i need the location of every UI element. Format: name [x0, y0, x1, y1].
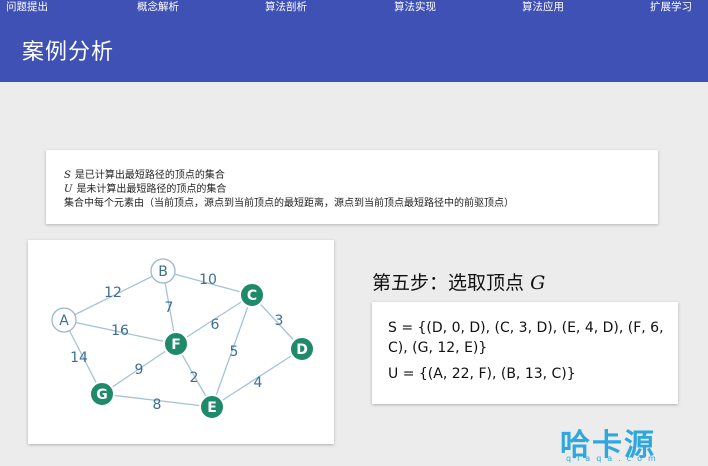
- edge-weight-F-E: 2: [190, 370, 199, 386]
- node-label-G: G: [96, 387, 108, 403]
- edge-weight-A-G: 14: [70, 350, 88, 366]
- definition-s: S 是已计算出最短路径的顶点的集合: [64, 166, 225, 181]
- node-label-C: C: [247, 288, 257, 304]
- graph-diagram: 12 16 14 10 7 6 3 5 9 2 4 8 A B C D E F G: [51, 258, 315, 420]
- edge-weight-C-E: 5: [230, 344, 239, 360]
- nav-item-application[interactable]: 算法应用: [522, 0, 564, 14]
- step-text: 第五步：选取顶点: [372, 272, 525, 294]
- node-label-D: D: [296, 342, 308, 358]
- edge-weight-A-B: 12: [104, 285, 122, 301]
- edge-weight-G-E: 8: [153, 397, 162, 413]
- edge-weight-F-G: 9: [135, 362, 144, 378]
- edge-weight-A-F: 16: [111, 323, 129, 339]
- nav-item-implementation[interactable]: 算法实现: [394, 0, 436, 14]
- nav-item-extension[interactable]: 扩展学习: [650, 0, 692, 14]
- step-heading: 第五步：选取顶点 G: [372, 268, 545, 295]
- definitions-card: S 是已计算出最短路径的顶点的集合 U 是未计算出最短路径的顶点的集合 集合中每个元…: [46, 150, 658, 224]
- edge-weight-C-F: 6: [211, 317, 220, 333]
- nav-item-concept[interactable]: 概念解析: [137, 0, 179, 14]
- sets-card: S = {(D, 0, D), (C, 3, D), (E, 4, D), (F…: [372, 302, 678, 404]
- main-content: S 是已计算出最短路径的顶点的集合 U 是未计算出最短路径的顶点的集合 集合中每个元…: [0, 82, 708, 466]
- graph-card: 12 16 14 10 7 6 3 5 9 2 4 8 A B C D E F G: [28, 240, 334, 444]
- edge-weight-D-E: 4: [254, 375, 263, 391]
- definition-element: 集合中每个元素由（当前顶点，源点到当前顶点的最短距离，源点到当前顶点最短路径中的…: [64, 198, 514, 209]
- node-label-B: B: [158, 264, 168, 280]
- watermark-url: qiaqa.com: [566, 454, 662, 463]
- node-label-A: A: [59, 313, 69, 329]
- edge-weight-B-C: 10: [199, 272, 217, 288]
- header-bar: 案例分析: [0, 14, 708, 82]
- node-label-F: F: [171, 337, 181, 353]
- edge-weight-C-D: 3: [275, 313, 284, 329]
- watermark-logo: 哈卡源 qiaqa.com: [560, 420, 708, 466]
- page-title: 案例分析: [22, 40, 115, 65]
- set-u: U = {(A, 22, F), (B, 13, C)}: [388, 366, 576, 382]
- step-vertex: G: [530, 272, 546, 294]
- node-label-E: E: [207, 400, 217, 416]
- top-nav: 问题提出 概念解析 算法剖析 算法实现 算法应用 扩展学习: [0, 0, 708, 14]
- set-s: S = {(D, 0, D), (C, 3, D), (E, 4, D), (F…: [388, 320, 664, 356]
- definition-u: U 是未计算出最短路径的顶点的集合: [64, 180, 226, 195]
- edge-weight-B-F: 7: [165, 300, 174, 316]
- nav-item-problem[interactable]: 问题提出: [6, 0, 48, 14]
- nav-item-analysis[interactable]: 算法剖析: [265, 0, 307, 14]
